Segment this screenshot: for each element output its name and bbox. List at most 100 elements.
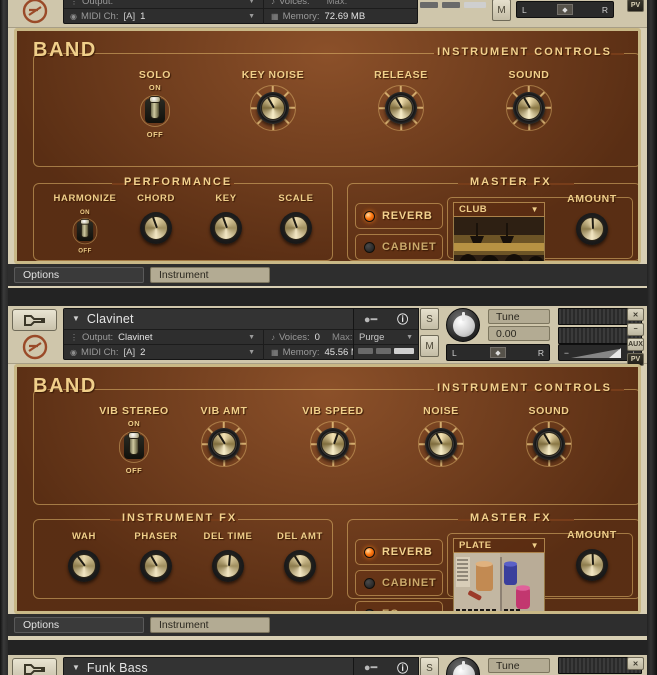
output-chevron-icon[interactable]: ▼ <box>248 334 255 341</box>
knob[interactable] <box>136 546 176 586</box>
pan-slider-2[interactable]: L ◆ R <box>446 344 550 361</box>
instrument-tab-1[interactable]: Instrument <box>150 267 270 283</box>
control-del-amt-2[interactable]: DEL AMT <box>267 531 333 586</box>
options-button-1[interactable]: Options <box>14 267 144 283</box>
knob[interactable] <box>418 421 464 467</box>
close-button-2[interactable]: ✕ <box>627 308 644 321</box>
chevron-down-icon[interactable]: ▼ <box>72 315 80 323</box>
output-label-2: Output: <box>82 331 114 343</box>
knob[interactable] <box>506 85 552 131</box>
minimize-button-2[interactable]: − <box>627 323 644 336</box>
aux-button-2[interactable]: AUX <box>627 338 644 351</box>
output-select-2[interactable]: ⋮ Output: Clavinet ▼ <box>64 330 264 344</box>
mute-button-1[interactable]: M <box>492 0 511 21</box>
pan-handle-1[interactable]: ◆ <box>557 4 573 15</box>
edge-buttons-1: PV <box>627 0 645 14</box>
chevron-down-icon[interactable]: ▼ <box>72 664 80 672</box>
control-key-noise-1[interactable]: KEY NOISE <box>233 69 313 131</box>
tune-knob-2[interactable] <box>446 308 480 342</box>
toggle-switch[interactable]: ON OFF <box>112 419 156 477</box>
knob[interactable] <box>208 546 248 586</box>
knob[interactable] <box>526 421 572 467</box>
control-solo-1[interactable]: SOLO ON OFF <box>117 69 193 141</box>
tune-label-3: Tune <box>488 658 550 673</box>
control-scale-1[interactable]: SCALE <box>263 193 329 248</box>
midi-select-2[interactable]: ◉ MIDI Ch: [A] 2 ▼ <box>64 345 264 360</box>
reverb-type-select-1[interactable]: CLUB ▼ <box>453 202 545 217</box>
instrument-tab-2[interactable]: Instrument <box>150 617 270 633</box>
control-release-1[interactable]: RELEASE <box>361 69 441 131</box>
output-select-1[interactable]: ⋮ Output: ▼ <box>64 0 264 8</box>
control-vib-stereo-2[interactable]: VIB STEREO ON OFF <box>89 405 179 477</box>
pan-handle-2[interactable]: ◆ <box>490 347 506 358</box>
reverb-picker-1[interactable]: CLUB ▼ <box>453 202 545 261</box>
control-label: AMOUNT <box>567 193 617 205</box>
info-icon[interactable]: ⓘ <box>397 660 408 675</box>
snapshot-icon[interactable]: ●━ <box>364 313 377 326</box>
voices-label-2: Voices: <box>279 331 310 343</box>
snapshot-icon[interactable]: ●━ <box>364 661 377 674</box>
fx-button-reverb-1[interactable]: REVERB <box>355 203 443 229</box>
toggle-switch[interactable]: ON OFF <box>67 208 103 256</box>
reverb-type-select-2[interactable]: PLATE ▼ <box>453 538 545 553</box>
control-vib-amt-2[interactable]: VIB AMT <box>185 405 263 467</box>
control-sound-1[interactable]: SOUND <box>489 69 569 131</box>
midi-select-1[interactable]: ◉ MIDI Ch: [A] 1 ▼ <box>64 9 264 24</box>
control-vib-speed-2[interactable]: VIB SPEED <box>293 405 373 467</box>
reverb-picker-2[interactable]: PLATE ▼ <box>453 538 545 611</box>
control-amount-1[interactable]: AMOUNT <box>555 193 629 249</box>
mute-button-2[interactable]: M <box>420 335 439 357</box>
knob[interactable] <box>310 421 356 467</box>
knob[interactable] <box>572 545 612 585</box>
fx-button-cabinet-1[interactable]: CABINET <box>355 234 443 260</box>
header-controls-2: S M Tune 0.00 L ◆ R − + <box>420 308 642 361</box>
fx-button-eq-2[interactable]: EQ <box>355 601 443 611</box>
panel-brand-2: BAND <box>33 375 97 397</box>
knob[interactable] <box>280 546 320 586</box>
toggle-switch[interactable]: ON OFF <box>133 83 177 141</box>
knob[interactable] <box>378 85 424 131</box>
tune-knob-3[interactable] <box>446 657 480 675</box>
knob[interactable] <box>572 209 612 249</box>
purge-select-2[interactable]: Purge ▼ <box>354 330 418 345</box>
wrench-icon[interactable] <box>12 309 57 331</box>
fx-button-reverb-2[interactable]: REVERB <box>355 539 443 565</box>
options-button-2[interactable]: Options <box>14 617 144 633</box>
knob[interactable] <box>206 208 246 248</box>
control-harmonize-1[interactable]: HARMONIZE ON OFF <box>43 193 127 261</box>
solo-button-2[interactable]: S <box>420 308 439 330</box>
midi-row-1: ◉ MIDI Ch: [A] 1 ▼ ▦ Memory: 72.69 MB <box>64 9 417 24</box>
control-del-time-2[interactable]: DEL TIME <box>195 531 261 586</box>
control-label: KEY <box>215 193 237 204</box>
control-noise-2[interactable]: NOISE <box>405 405 477 467</box>
output-chevron-icon[interactable]: ▼ <box>248 0 255 5</box>
info-icon[interactable]: ⓘ <box>397 311 408 327</box>
control-wah-2[interactable]: WAH <box>51 531 117 586</box>
midi-chevron-icon[interactable]: ▼ <box>248 349 255 356</box>
midi-chevron-icon[interactable]: ▼ <box>248 13 255 20</box>
chevron-down-icon[interactable]: ▼ <box>531 541 539 550</box>
close-button-3[interactable]: ✕ <box>627 657 644 670</box>
control-chord-1[interactable]: CHORD <box>123 193 189 248</box>
wrench-icon[interactable] <box>12 658 57 675</box>
fx-button-cabinet-2[interactable]: CABINET <box>355 570 443 596</box>
tune-value-2[interactable]: 0.00 <box>488 326 550 341</box>
control-key-1[interactable]: KEY <box>193 193 259 248</box>
knob[interactable] <box>250 85 296 131</box>
chevron-down-icon[interactable]: ▼ <box>531 205 539 214</box>
solo-button-3[interactable]: S <box>420 657 439 675</box>
control-phaser-2[interactable]: PHASER <box>123 531 189 586</box>
knob[interactable] <box>64 546 104 586</box>
knob[interactable] <box>136 208 176 248</box>
midi-bracket-2: [A] <box>123 347 136 358</box>
pv-button-1[interactable]: PV <box>627 0 644 12</box>
pan-slider-1[interactable]: L ◆ R <box>516 1 614 18</box>
voices-value-2: 0 <box>314 331 320 343</box>
knob[interactable] <box>276 208 316 248</box>
max-label-2: Max: <box>331 331 353 343</box>
control-amount-2[interactable]: AMOUNT <box>555 529 629 585</box>
knob[interactable] <box>201 421 247 467</box>
purge-chevron-icon[interactable]: ▼ <box>406 334 413 341</box>
midi-icon: ◉ <box>70 348 77 357</box>
control-sound-2[interactable]: SOUND <box>513 405 585 467</box>
